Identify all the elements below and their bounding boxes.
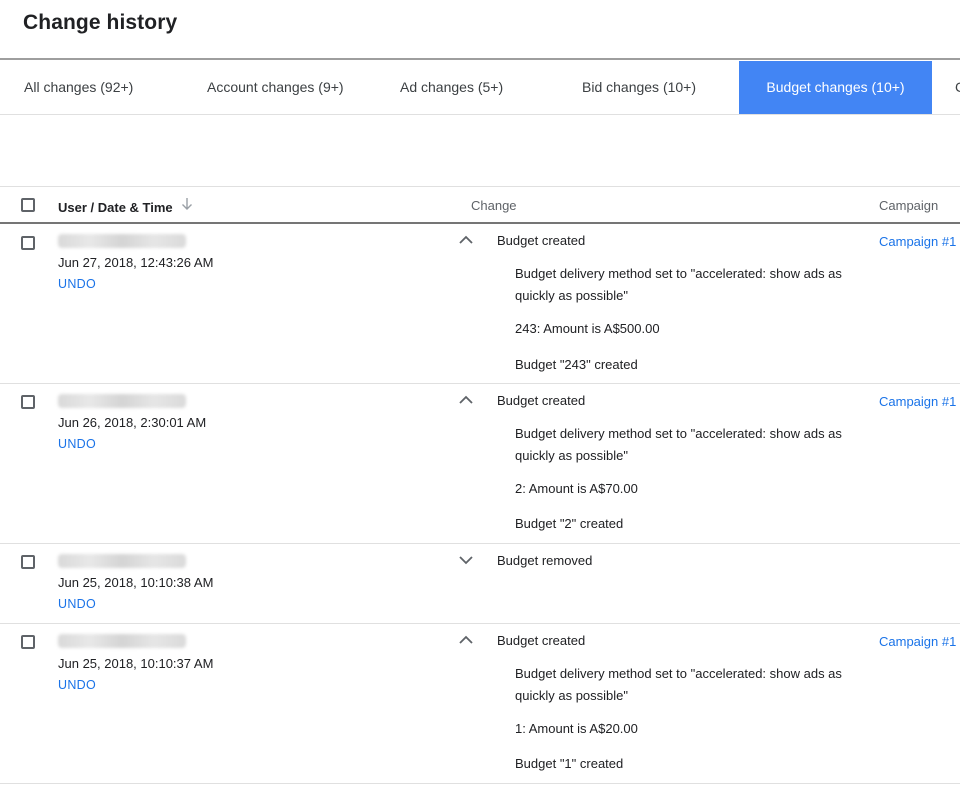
change-detail: Budget "2" created — [515, 516, 624, 531]
change-title: Budget created — [497, 633, 586, 648]
change-title: Budget removed — [497, 553, 593, 568]
page-title: Change history — [23, 11, 178, 34]
header-change: Change — [471, 198, 517, 213]
change-title: Budget created — [497, 233, 586, 248]
campaign-link[interactable]: Campaign #1 — [879, 394, 956, 409]
undo-link[interactable]: UNDO — [58, 597, 96, 611]
tab-overflow[interactable]: C — [955, 61, 960, 114]
change-date: Jun 27, 2018, 12:43:26 AM — [58, 255, 214, 270]
chevron-up-icon[interactable] — [458, 394, 474, 406]
user-email-redacted — [58, 234, 186, 248]
chevron-down-icon[interactable] — [458, 554, 474, 566]
change-detail: Budget "1" created — [515, 756, 624, 771]
user-email-redacted — [58, 394, 186, 408]
page-header: Change history — [0, 0, 960, 60]
tab-all-changes[interactable]: All changes (92+) — [24, 61, 133, 114]
tab-bar: All changes (92+) Account changes (9+) A… — [0, 61, 960, 115]
header-campaign: Campaign — [879, 198, 939, 213]
row-checkbox[interactable] — [21, 395, 35, 409]
change-date: Jun 25, 2018, 10:10:38 AM — [58, 575, 214, 590]
tab-bid-changes[interactable]: Bid changes (10+) — [582, 61, 696, 114]
chevron-up-icon[interactable] — [458, 634, 474, 646]
change-detail: Budget "243" created — [515, 357, 638, 372]
change-detail: Budget delivery method set to "accelerat… — [515, 426, 842, 463]
change-detail: Budget delivery method set to "accelerat… — [515, 266, 842, 303]
table-header: User / Date & Time Change Campaign — [0, 186, 960, 224]
undo-link[interactable]: UNDO — [58, 678, 96, 692]
select-all-checkbox[interactable] — [21, 198, 35, 212]
user-email-redacted — [58, 634, 186, 648]
change-title: Budget created — [497, 393, 586, 408]
header-user-date[interactable]: User / Date & Time — [58, 200, 173, 215]
row-checkbox[interactable] — [21, 236, 35, 250]
table-row: Jun 25, 2018, 10:10:37 AM UNDO Budget cr… — [0, 624, 960, 784]
campaign-link[interactable]: Campaign #1 — [879, 234, 956, 249]
arrow-down-icon[interactable] — [180, 196, 194, 212]
campaign-link[interactable]: Campaign #1 — [879, 634, 956, 649]
tab-ad-changes[interactable]: Ad changes (5+) — [400, 61, 503, 114]
change-detail: 1: Amount is A$20.00 — [515, 721, 638, 736]
change-detail: 243: Amount is A$500.00 — [515, 321, 660, 336]
user-email-redacted — [58, 554, 186, 568]
tab-account-changes[interactable]: Account changes (9+) — [207, 61, 344, 114]
table-row: Jun 27, 2018, 12:43:26 AM UNDO Budget cr… — [0, 224, 960, 384]
table-row: Jun 26, 2018, 2:30:01 AM UNDO Budget cre… — [0, 384, 960, 544]
tab-budget-changes[interactable]: Budget changes (10+) — [739, 61, 932, 114]
table-row: Jun 25, 2018, 10:10:38 AM UNDO Budget re… — [0, 544, 960, 624]
row-checkbox[interactable] — [21, 555, 35, 569]
change-date: Jun 25, 2018, 10:10:37 AM — [58, 656, 214, 671]
chevron-up-icon[interactable] — [458, 234, 474, 246]
change-detail: 2: Amount is A$70.00 — [515, 481, 638, 496]
change-detail: Budget delivery method set to "accelerat… — [515, 666, 842, 703]
row-checkbox[interactable] — [21, 635, 35, 649]
change-date: Jun 26, 2018, 2:30:01 AM — [58, 415, 207, 430]
undo-link[interactable]: UNDO — [58, 437, 96, 451]
undo-link[interactable]: UNDO — [58, 277, 96, 291]
